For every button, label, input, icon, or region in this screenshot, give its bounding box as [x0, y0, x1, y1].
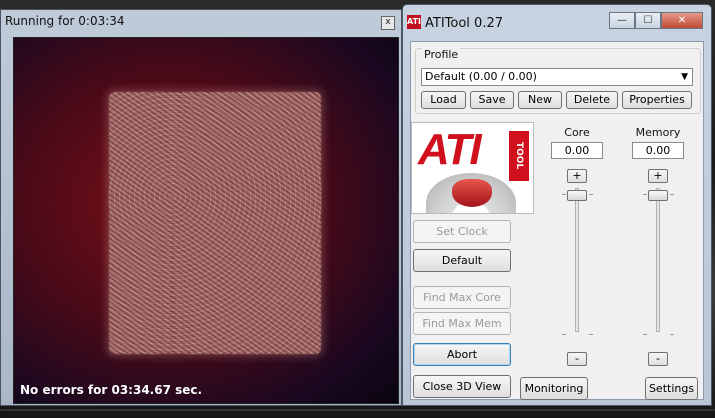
view-close-button[interactable]: x [381, 16, 395, 30]
view-window-title: Running for 0:03:34 [5, 14, 125, 28]
atitool-client-area: Profile Default (0.00 / 0.00) ▼ Load Sav… [410, 41, 704, 400]
set-clock-button[interactable]: Set Clock [413, 220, 511, 243]
profile-group: Profile Default (0.00 / 0.00) ▼ Load Sav… [415, 48, 701, 114]
properties-button[interactable]: Properties [622, 91, 692, 109]
settings-button[interactable]: Settings [645, 377, 698, 400]
error-status-text: No errors for 03:34.67 sec. [20, 383, 203, 397]
find-max-core-button[interactable]: Find Max Core [413, 286, 511, 309]
core-tick [562, 194, 566, 195]
core-tick [562, 334, 566, 335]
find-max-mem-button[interactable]: Find Max Mem [413, 312, 511, 335]
core-slider-thumb[interactable] [567, 190, 587, 201]
load-button[interactable]: Load [421, 91, 466, 109]
core-tick [589, 334, 593, 335]
dropdown-arrow-icon: ▼ [681, 72, 688, 82]
core-plus-button[interactable]: + [567, 169, 587, 183]
memory-value-field[interactable]: 0.00 [632, 142, 684, 159]
core-value-field[interactable]: 0.00 [551, 142, 603, 159]
3d-render-canvas: No errors for 03:34.67 sec. [13, 37, 399, 404]
gauge-needle-graphic [452, 179, 492, 207]
core-label: Core [564, 126, 590, 139]
caption-buttons: — ☐ ✕ [609, 12, 703, 29]
delete-button[interactable]: Delete [566, 91, 618, 109]
atitool-window-title: ATITool 0.27 [425, 16, 503, 31]
memory-tick [670, 334, 674, 335]
profile-select-value: Default (0.00 / 0.00) [425, 70, 537, 83]
profile-group-label: Profile [422, 48, 461, 61]
maximize-button[interactable]: ☐ [635, 12, 661, 29]
core-minus-button[interactable]: - [567, 352, 587, 366]
monitoring-button[interactable]: Monitoring [520, 377, 588, 400]
close-button[interactable]: ✕ [661, 12, 703, 29]
memory-label: Memory [635, 126, 681, 139]
profile-select[interactable]: Default (0.00 / 0.00) ▼ [421, 68, 693, 86]
memory-plus-button[interactable]: + [648, 169, 668, 183]
atitool-app-icon: ATI [407, 15, 421, 29]
3d-view-window: Running for 0:03:34 x No errors for 03:3… [0, 9, 402, 406]
memory-minus-button[interactable]: - [648, 352, 668, 366]
close-3d-view-button[interactable]: Close 3D View [413, 375, 511, 398]
memory-slider-track[interactable] [656, 188, 660, 332]
default-button[interactable]: Default [413, 249, 511, 272]
memory-tick [643, 334, 647, 335]
memory-tick [643, 194, 647, 195]
memory-tick [670, 194, 674, 195]
desktop-streak [0, 409, 715, 411]
memory-slider-thumb[interactable] [648, 190, 668, 201]
core-tick [589, 194, 593, 195]
logo-tool-text: TOOL [509, 131, 529, 181]
abort-button[interactable]: Abort [413, 343, 511, 366]
logo-ati-text: ATI [418, 125, 482, 174]
ati-tool-logo: ATI TOOL [411, 122, 534, 214]
new-button[interactable]: New [518, 91, 562, 109]
atitool-window: ATI ATITool 0.27 — ☐ ✕ Profile Default (… [402, 4, 712, 406]
core-slider-track[interactable] [575, 188, 579, 332]
minimize-button[interactable]: — [609, 12, 635, 29]
fur-texture-overlay [109, 92, 321, 354]
save-button[interactable]: Save [470, 91, 514, 109]
